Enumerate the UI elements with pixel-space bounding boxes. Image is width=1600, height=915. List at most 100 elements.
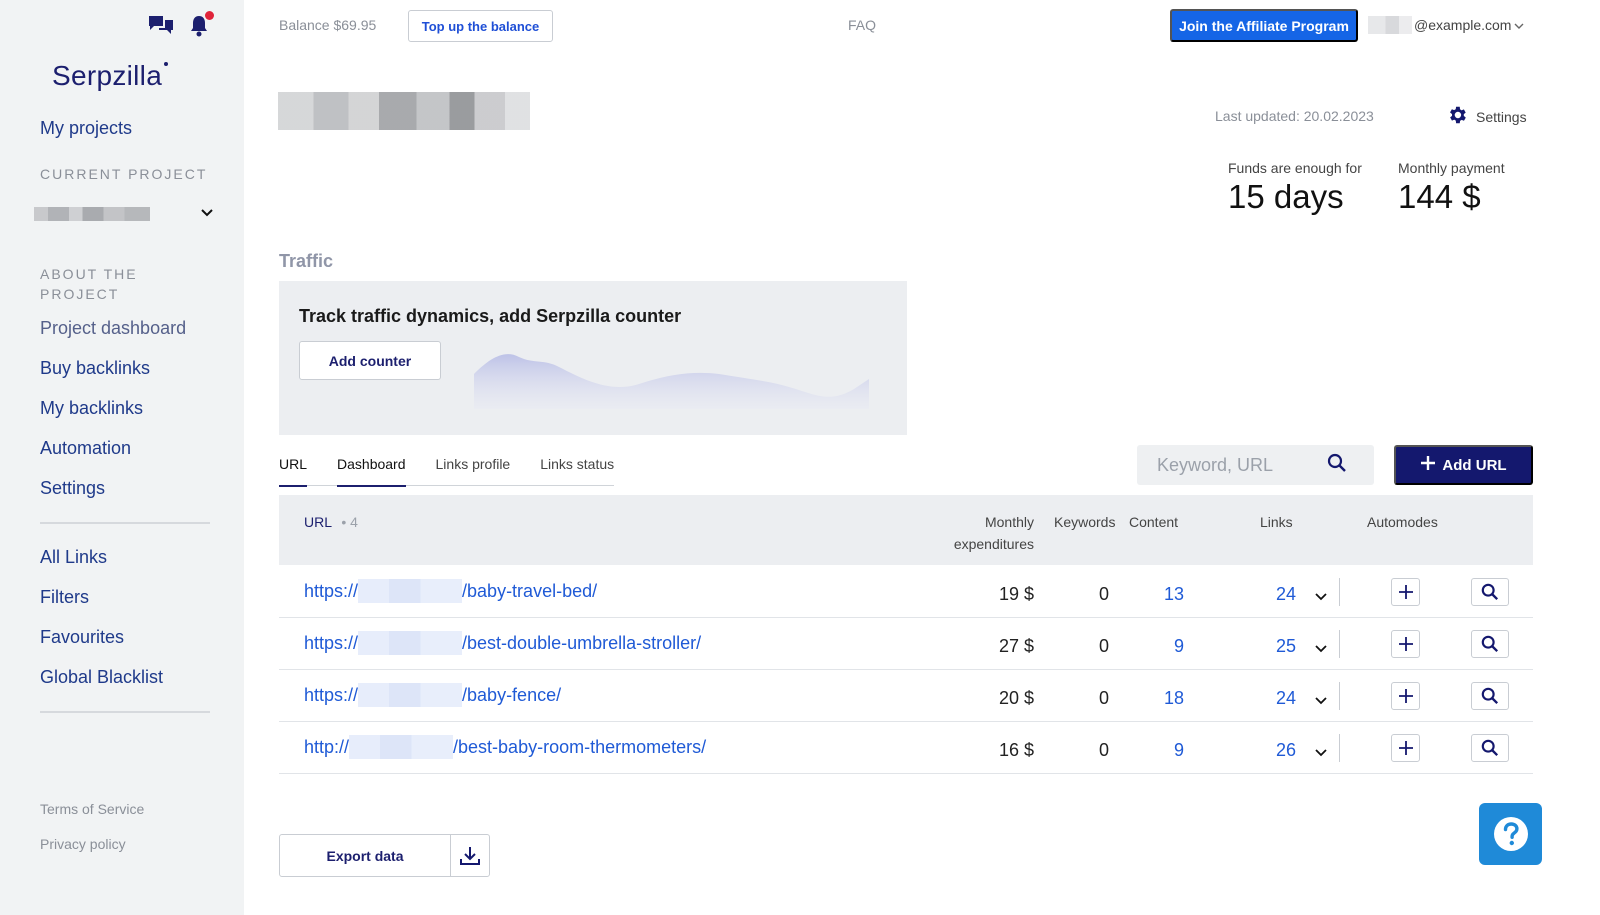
row-search-button[interactable]: [1471, 630, 1509, 658]
plus-icon: [1398, 689, 1413, 703]
join-affiliate-button[interactable]: Join the Affiliate Program: [1170, 9, 1358, 42]
tab-links-status[interactable]: Links status: [540, 456, 614, 486]
row-search-button[interactable]: [1471, 578, 1509, 606]
current-project-select[interactable]: [34, 204, 214, 224]
row-links[interactable]: 24: [1239, 584, 1296, 605]
row-expenditures: 20 $: [998, 688, 1034, 708]
plus-icon: [1398, 741, 1413, 755]
url-count: • 4: [341, 514, 358, 530]
row-content[interactable]: 9: [1129, 636, 1184, 657]
url-scheme: https://: [304, 580, 359, 601]
add-url-button[interactable]: Add URL: [1394, 445, 1533, 485]
row-links[interactable]: 26: [1239, 740, 1296, 761]
row-search-button[interactable]: [1471, 734, 1509, 762]
chevron-down-icon: [200, 205, 214, 223]
row-url-link[interactable]: http:// /best-baby-room-thermometers/: [304, 735, 706, 759]
sidebar-divider: [40, 522, 210, 524]
current-project-caption: CURRENT PROJECT: [40, 166, 208, 182]
search-icon[interactable]: [1327, 453, 1347, 478]
sidebar-item-automation[interactable]: Automation: [40, 438, 131, 459]
row-content[interactable]: 18: [1129, 688, 1184, 709]
search-input[interactable]: [1137, 454, 1327, 476]
plus-icon: [1420, 455, 1436, 475]
about-project-caption: ABOUT THE PROJECT: [40, 266, 138, 302]
top-up-balance-button[interactable]: Top up the balance: [408, 10, 553, 42]
col-links[interactable]: Links: [1260, 511, 1293, 533]
gear-icon: [1446, 104, 1468, 129]
col-monthly-line2: expenditures: [953, 536, 1034, 552]
add-automode-button[interactable]: [1391, 734, 1420, 762]
url-scheme: http://: [304, 736, 350, 757]
help-widget-button[interactable]: [1479, 803, 1542, 865]
column-separator: [1339, 578, 1340, 606]
plus-icon: [1398, 585, 1413, 599]
column-separator: [1339, 734, 1340, 762]
chevron-down-icon[interactable]: [1314, 586, 1328, 607]
row-search-button[interactable]: [1471, 682, 1509, 710]
last-updated-text: Last updated: 20.02.2023: [1215, 108, 1374, 124]
search-icon: [1481, 687, 1499, 705]
monthly-value: 144 $: [1398, 178, 1481, 215]
sidebar-top-icons: [148, 11, 214, 38]
sidebar-item-all-links[interactable]: All Links: [40, 547, 107, 568]
sidebar-my-projects[interactable]: My projects: [40, 118, 132, 139]
balance-text: Balance $69.95: [279, 17, 377, 33]
traffic-placeholder-graphic: [474, 354, 869, 409]
account-menu[interactable]: @example.com: [1368, 16, 1525, 34]
row-keywords: 0: [1098, 584, 1109, 604]
project-settings-link[interactable]: Settings: [1446, 104, 1527, 129]
traffic-title: Traffic: [279, 251, 334, 271]
col-url[interactable]: URL • 4: [304, 511, 358, 533]
privacy-policy-link[interactable]: Privacy policy: [40, 836, 126, 852]
tab-dashboard[interactable]: Dashboard: [337, 456, 406, 487]
tab-links-profile[interactable]: Links profile: [436, 456, 511, 486]
sidebar-item-buy-backlinks[interactable]: Buy backlinks: [40, 358, 150, 379]
domain-redacted: [358, 631, 463, 655]
table-row: https:///best-double-umbrella-stroller/ …: [279, 618, 1533, 670]
url-path: /best-double-umbrella-stroller/: [462, 632, 702, 653]
col-content[interactable]: Content: [1129, 511, 1178, 533]
row-url-link[interactable]: https:// /baby-travel-bed/: [304, 579, 597, 603]
col-automodes[interactable]: Automodes: [1367, 511, 1438, 533]
chevron-down-icon[interactable]: [1314, 638, 1328, 659]
tab-url[interactable]: URL: [279, 456, 308, 487]
domain-redacted: [358, 579, 463, 603]
url-scheme: https://: [304, 632, 359, 653]
add-automode-button[interactable]: [1391, 578, 1420, 606]
keyword-url-search: [1137, 445, 1374, 485]
terms-of-service-link[interactable]: Terms of Service: [40, 801, 144, 817]
sidebar-item-favourites[interactable]: Favourites: [40, 627, 124, 648]
chat-icon[interactable]: [148, 14, 174, 38]
row-keywords: 0: [1098, 688, 1109, 708]
row-url-link[interactable]: https:// /baby-fence/: [304, 683, 561, 707]
project-title-redacted: [278, 92, 530, 130]
url-path: /baby-fence/: [462, 684, 562, 705]
row-links[interactable]: 24: [1239, 688, 1296, 709]
chevron-down-icon[interactable]: [1314, 742, 1328, 763]
funds-enough-stat: Funds are enough for 15 days: [1228, 160, 1362, 216]
sidebar-item-project-dashboard[interactable]: Project dashboard: [40, 318, 186, 339]
question-icon: [1493, 817, 1528, 851]
export-data-button[interactable]: Export data: [279, 834, 490, 877]
sidebar-item-global-blacklist[interactable]: Global Blacklist: [40, 667, 163, 688]
col-monthly-expenditures[interactable]: Monthly expenditures: [939, 511, 1034, 555]
sidebar-item-filters[interactable]: Filters: [40, 587, 89, 608]
add-automode-button[interactable]: [1391, 682, 1420, 710]
table-row: https:// /baby-travel-bed/ 19 $ 0 13 24: [279, 566, 1533, 618]
row-expenditures: 16 $: [998, 740, 1034, 760]
sidebar-item-settings[interactable]: Settings: [40, 478, 105, 499]
add-counter-button[interactable]: Add counter: [299, 341, 441, 380]
serpzilla-logo[interactable]: Serpzilla: [52, 60, 169, 92]
row-content[interactable]: 13: [1129, 584, 1184, 605]
chevron-down-icon[interactable]: [1314, 690, 1328, 711]
sidebar-item-my-backlinks[interactable]: My backlinks: [40, 398, 143, 419]
col-keywords[interactable]: Keywords: [1054, 511, 1115, 533]
add-automode-button[interactable]: [1391, 630, 1420, 658]
row-url-link[interactable]: https:// /best-double-umbrella-stroller/: [304, 631, 701, 655]
table-row: http:// /best-baby-room-thermometers/ 16 …: [279, 722, 1533, 774]
row-links[interactable]: 25: [1239, 636, 1296, 657]
notifications-bell-icon[interactable]: [188, 11, 214, 38]
row-content[interactable]: 9: [1129, 740, 1184, 761]
col-monthly-line1: Monthly: [984, 514, 1034, 530]
faq-link[interactable]: FAQ: [848, 17, 876, 33]
